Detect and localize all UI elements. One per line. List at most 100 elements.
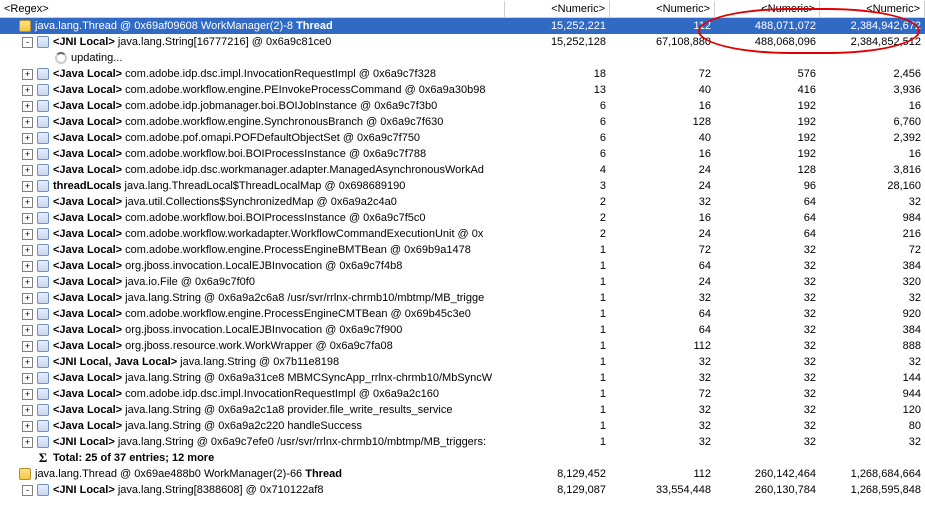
numeric-cell-3: 488,068,096 (715, 35, 820, 49)
table-row[interactable]: + <Java Local> com.adobe.idp.dsc.impl.Inv… (0, 386, 925, 402)
expand-icon[interactable]: + (22, 181, 33, 192)
object-icon (36, 403, 50, 417)
tree-cell: +<JNI Local, Java Local> java.lang.Strin… (0, 354, 505, 370)
expand-icon[interactable]: + (22, 213, 33, 224)
table-row[interactable]: +<Java Local> org.jboss.resource.work.Wo… (0, 338, 925, 354)
expand-icon[interactable]: + (22, 389, 33, 400)
numeric-cell-4: 944 (820, 387, 925, 401)
numeric-cell-3: 32 (715, 323, 820, 337)
expand-icon[interactable]: + (22, 357, 33, 368)
expand-icon[interactable]: + (22, 261, 33, 272)
table-row[interactable]: +<Java Local> com.adobe.workflow.boi.BOI… (0, 146, 925, 162)
expand-icon[interactable]: + (22, 133, 33, 144)
table-row[interactable]: +threadLocals java.lang.ThreadLocal$Thre… (0, 178, 925, 194)
row-label: <JNI Local> java.lang.String[8388608] @ … (53, 484, 323, 496)
tree-cell: ΣTotal: 25 of 37 entries; 12 more (0, 450, 505, 466)
expand-icon[interactable]: + (22, 405, 33, 416)
numeric-cell-1: 1 (505, 419, 610, 433)
table-row[interactable]: + <Java Local> com.adobe.workflow.engine.… (0, 114, 925, 130)
table-row[interactable]: +<JNI Local, Java Local> java.lang.Strin… (0, 354, 925, 370)
numeric-cell-1 (505, 457, 610, 459)
numeric-cell-1: 1 (505, 371, 610, 385)
numeric-cell-3: 64 (715, 227, 820, 241)
tree-cell: +<Java Local> org.jboss.invocation.Local… (0, 322, 505, 338)
header-numeric-4[interactable]: <Numeric> (820, 1, 925, 17)
table-row[interactable]: +<Java Local> com.adobe.workflow.engine.… (0, 306, 925, 322)
table-row[interactable]: +<Java Local> com.adobe.pof.omapi.POFDef… (0, 130, 925, 146)
numeric-cell-2: 16 (610, 211, 715, 225)
loading-icon (54, 51, 68, 65)
table-row[interactable]: +<Java Local> com.adobe.workflow.boi.BOI… (0, 210, 925, 226)
row-label: <Java Local> com.adobe.workflow.engine.P… (53, 84, 486, 96)
numeric-cell-3: 32 (715, 387, 820, 401)
collapse-icon[interactable]: - (22, 37, 33, 48)
table-row[interactable]: +<Java Local> com.adobe.idp.dsc.workmana… (0, 162, 925, 178)
numeric-cell-2: 16 (610, 99, 715, 113)
numeric-cell-1: 2 (505, 195, 610, 209)
table-row[interactable]: +<JNI Local> java.lang.String @ 0x6a9c7e… (0, 434, 925, 450)
row-label: <Java Local> com.adobe.workflow.engine.S… (53, 116, 443, 128)
table-row[interactable]: -<JNI Local> java.lang.String[16777216] … (0, 34, 925, 50)
numeric-cell-4: 120 (820, 403, 925, 417)
table-row[interactable]: +<Java Local> org.jboss.invocation.Local… (0, 322, 925, 338)
table-row[interactable]: +<Java Local> java.lang.String @ 0x6a9a2… (0, 290, 925, 306)
table-row[interactable]: + <Java Local> com.adobe.workflow.engine.… (0, 82, 925, 98)
collapse-icon[interactable]: - (22, 485, 33, 496)
table-row[interactable]: +<Java Local> org.jboss.invocation.Local… (0, 258, 925, 274)
table-row[interactable]: java.lang.Thread @ 0x69af09608 WorkManag… (0, 18, 925, 34)
table-row[interactable]: + <Java Local> java.lang.String @ 0x6a9a2… (0, 418, 925, 434)
table-row[interactable]: +<Java Local> java.io.File @ 0x6a9c7f0f0… (0, 274, 925, 290)
row-label: <Java Local> com.adobe.idp.dsc.impl.Invo… (53, 388, 439, 400)
expand-icon[interactable]: + (22, 341, 33, 352)
expand-icon[interactable]: + (22, 197, 33, 208)
numeric-cell-2: 24 (610, 179, 715, 193)
numeric-cell-3: 32 (715, 371, 820, 385)
numeric-cell-4: 28,160 (820, 179, 925, 193)
numeric-cell-1: 1 (505, 259, 610, 273)
numeric-cell-3: 260,142,464 (715, 467, 820, 481)
numeric-cell-1: 2 (505, 211, 610, 225)
row-label: <Java Local> java.lang.String @ 0x6a9a2c… (53, 420, 362, 432)
table-row[interactable]: +<Java Local> com.adobe.idp.dsc.impl.Inv… (0, 66, 925, 82)
expand-icon[interactable]: + (22, 245, 33, 256)
expand-icon[interactable]: + (22, 293, 33, 304)
table-row[interactable]: +<Java Local> com.adobe.idp.jobmanager.b… (0, 98, 925, 114)
table-row[interactable]: +<Java Local> com.adobe.workflow.engine.… (0, 242, 925, 258)
expand-icon[interactable]: + (22, 373, 33, 384)
table-row[interactable]: - <JNI Local> java.lang.String[8388608] @… (0, 482, 925, 498)
numeric-cell-3: 32 (715, 243, 820, 257)
expand-icon[interactable]: + (22, 325, 33, 336)
expand-icon[interactable]: + (22, 421, 33, 432)
header-numeric-2[interactable]: <Numeric> (610, 1, 715, 17)
table-row[interactable]: +<Java Local> java.lang.String @ 0x6a9a2… (0, 402, 925, 418)
expand-icon[interactable]: + (22, 277, 33, 288)
table-row[interactable]: java.lang.Thread @ 0x69ae488b0 WorkManag… (0, 466, 925, 482)
table-row[interactable]: +<Java Local> java.util.Collections$Sync… (0, 194, 925, 210)
numeric-cell-2 (610, 57, 715, 59)
numeric-cell-3: 192 (715, 131, 820, 145)
header-numeric-1[interactable]: <Numeric> (505, 1, 610, 17)
tree-cell: +<Java Local> com.adobe.workflow.boi.BOI… (0, 210, 505, 226)
expand-icon[interactable]: + (22, 309, 33, 320)
table-row[interactable]: +<Java Local> java.lang.String @ 0x6a9a3… (0, 370, 925, 386)
tree-cell: +<Java Local> java.util.Collections$Sync… (0, 194, 505, 210)
header-regex[interactable]: <Regex> (0, 1, 505, 17)
tree-cell: +<Java Local> com.adobe.workflow.engine.… (0, 306, 505, 322)
numeric-cell-2: 72 (610, 243, 715, 257)
numeric-cell-4: 32 (820, 291, 925, 305)
table-row[interactable]: updating... (0, 50, 925, 66)
expand-icon[interactable]: + (22, 101, 33, 112)
table-row[interactable]: ΣTotal: 25 of 37 entries; 12 more (0, 450, 925, 466)
object-icon (36, 339, 50, 353)
expand-icon[interactable]: + (22, 437, 33, 448)
row-label: <Java Local> com.adobe.workflow.workadap… (53, 228, 483, 240)
expand-icon[interactable]: + (22, 165, 33, 176)
expand-icon[interactable]: + (22, 229, 33, 240)
expand-icon[interactable]: + (22, 149, 33, 160)
header-numeric-3[interactable]: <Numeric> (715, 1, 820, 17)
expand-icon[interactable]: + (22, 69, 33, 80)
table-row[interactable]: + <Java Local> com.adobe.workflow.workada… (0, 226, 925, 242)
numeric-cell-3: 416 (715, 83, 820, 97)
expand-icon[interactable]: + (22, 85, 33, 96)
expand-icon[interactable]: + (22, 117, 33, 128)
